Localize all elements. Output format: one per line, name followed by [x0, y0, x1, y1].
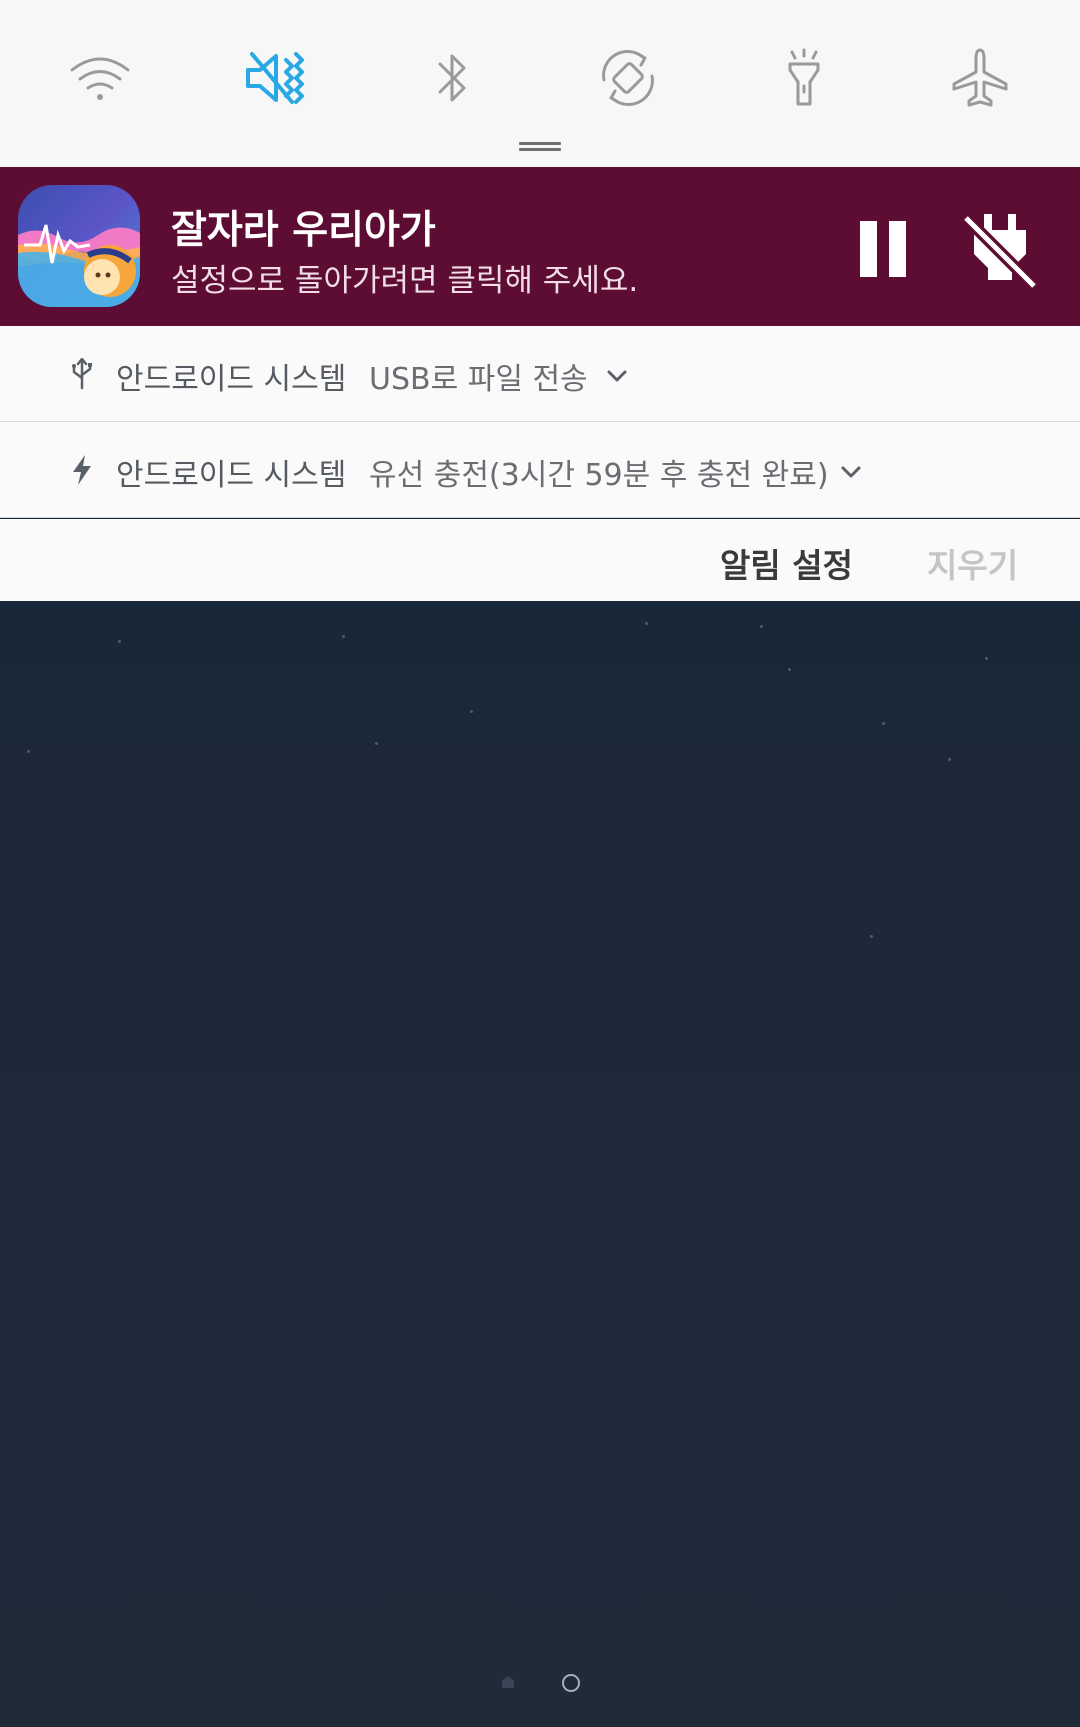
page-indicator: [500, 1670, 580, 1694]
chevron-down-icon[interactable]: [837, 458, 865, 486]
panel-drag-handle[interactable]: [519, 142, 561, 151]
notification-actions-bar: 알림 설정 지우기: [0, 519, 1080, 601]
charging-bolt-icon: [68, 452, 96, 488]
media-title: 잘자라 우리아가: [171, 208, 436, 253]
wifi-icon[interactable]: [60, 38, 140, 118]
bluetooth-icon[interactable]: [412, 38, 492, 118]
home-page-icon[interactable]: [500, 1674, 516, 1690]
pause-button[interactable]: [846, 211, 920, 287]
power-off-plug-icon[interactable]: [955, 203, 1045, 293]
pause-icon-bar: [889, 221, 906, 277]
usb-icon: [68, 356, 96, 392]
flashlight-icon[interactable]: [764, 38, 844, 118]
notification-settings-button[interactable]: 알림 설정: [720, 539, 853, 587]
wallpaper-stars: [0, 600, 1080, 1200]
media-notification[interactable]: 잘자라 우리아가 설정으로 돌아가려면 클릭해 주세요.: [0, 167, 1080, 326]
notification-message: USB로 파일 전송: [369, 362, 588, 397]
media-subtitle: 설정으로 돌아가려면 클릭해 주세요.: [171, 263, 639, 299]
pause-icon-bar: [860, 221, 877, 277]
notification-app-name: 안드로이드 시스템: [116, 458, 347, 493]
notification-app-name: 안드로이드 시스템: [116, 362, 347, 397]
quick-settings-panel: [0, 0, 1080, 167]
usb-notification[interactable]: 안드로이드 시스템 USB로 파일 전송: [0, 326, 1080, 422]
auto-rotate-icon[interactable]: [588, 38, 668, 118]
clear-all-button[interactable]: 지우기: [927, 539, 1018, 587]
lullaby-app-icon: [18, 185, 140, 307]
notification-message: 유선 충전(3시간 59분 후 충전 완료): [369, 458, 829, 493]
page-dot[interactable]: [562, 1674, 580, 1692]
charging-notification[interactable]: 안드로이드 시스템 유선 충전(3시간 59분 후 충전 완료): [0, 422, 1080, 518]
mute-vibrate-icon[interactable]: [236, 38, 316, 118]
chevron-down-icon[interactable]: [603, 362, 631, 390]
airplane-mode-icon[interactable]: [940, 38, 1020, 118]
